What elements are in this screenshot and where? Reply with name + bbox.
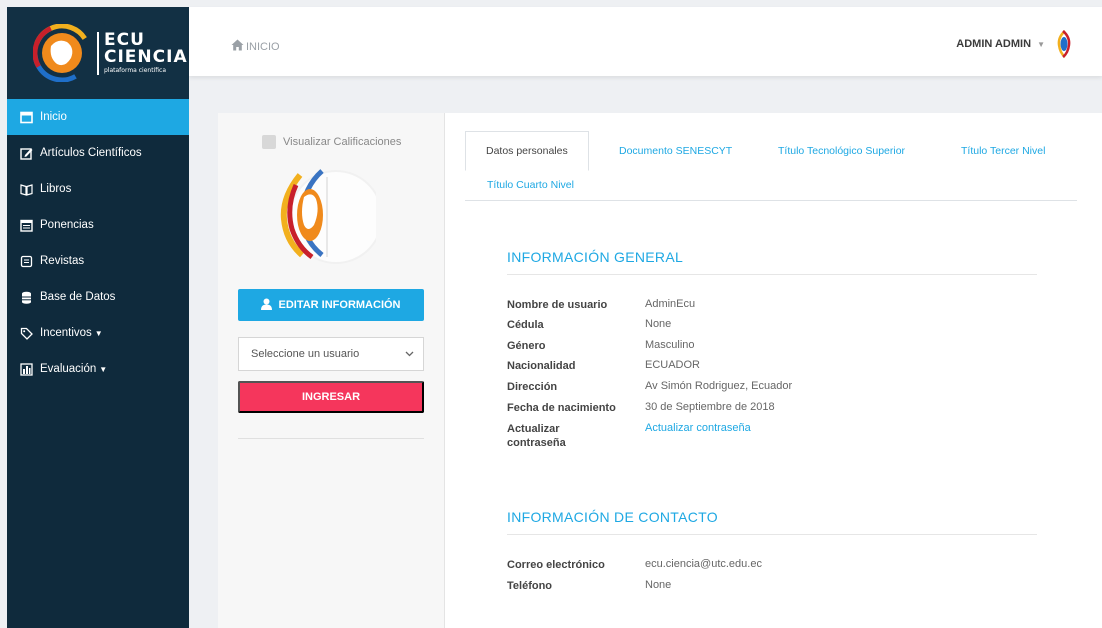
label-cedula: Cédula [507, 319, 544, 331]
value-correo: ecu.ciencia@utc.edu.ec [645, 558, 762, 570]
tab-titulo-cuarto-nivel[interactable]: Título Cuarto Nivel [487, 179, 574, 191]
sidebar-item-label: Inicio [40, 111, 67, 123]
label-genero: Género [507, 340, 546, 352]
ingresar-button[interactable]: INGRESAR [238, 381, 424, 413]
label-nacionalidad: Nacionalidad [507, 360, 576, 372]
ecu-ciencia-logo-icon [32, 23, 92, 83]
section-divider [507, 274, 1037, 275]
user-menu[interactable]: ADMIN ADMIN ▼ [956, 38, 1045, 50]
app-logo[interactable]: ECU CIENCIA plataforma científica [7, 7, 189, 99]
sidebar-item-incentivos[interactable]: Incentivos ▼ [7, 315, 189, 351]
value-genero: Masculino [645, 339, 695, 351]
user-name: ADMIN ADMIN [956, 38, 1032, 50]
value-direccion: Av Simón Rodriguez, Ecuador [645, 380, 793, 392]
value-fecha-nacimiento: 30 de Septiembre de 2018 [645, 401, 775, 413]
caret-down-icon: ▼ [99, 364, 108, 374]
sidebar-item-label: Artículos Científicos [40, 147, 142, 159]
sidebar-item-label: Base de Datos [40, 291, 116, 303]
sidebar-item-libros[interactable]: Libros [7, 171, 189, 207]
newspaper-icon [19, 254, 33, 268]
editar-informacion-label: EDITAR INFORMACIÓN [278, 299, 401, 311]
sidebar-item-label: Ponencias [40, 219, 94, 231]
caret-down-icon: ▼ [94, 328, 103, 338]
breadcrumb[interactable]: INICIO [231, 39, 280, 54]
sidebar-item-evaluacion[interactable]: Evaluación ▼ [7, 351, 189, 387]
tab-documento-senescyt[interactable]: Documento SENESCYT [619, 145, 732, 157]
sidebar-item-label: Libros [40, 183, 72, 195]
logo-line-2: CIENCIA [104, 46, 188, 67]
profile-tabs: Datos personales Documento SENESCYT Títu… [465, 131, 1077, 201]
breadcrumb-label: INICIO [246, 40, 280, 53]
ingresar-label: INGRESAR [301, 391, 361, 403]
edit-icon [19, 146, 33, 160]
logo-line-1: ECU [104, 29, 145, 50]
checkbox[interactable] [262, 135, 276, 149]
calendar-icon [19, 110, 33, 124]
divider [238, 438, 424, 439]
chevron-down-icon [405, 348, 414, 360]
sidebar-item-ponencias[interactable]: Ponencias [7, 207, 189, 243]
label-fecha-nacimiento: Fecha de nacimiento [507, 402, 616, 414]
database-icon [19, 290, 33, 304]
editar-informacion-button[interactable]: EDITAR INFORMACIÓN [238, 289, 424, 321]
value-cedula: None [645, 318, 672, 330]
actualizar-contrasena-link[interactable]: Actualizar contraseña [645, 422, 751, 434]
tab-titulo-tercer-nivel[interactable]: Título Tercer Nivel [961, 145, 1045, 157]
profile-sidebar: Visualizar Calificaciones EDITAR INFORMA… [218, 113, 445, 628]
label-telefono: Teléfono [507, 580, 553, 592]
value-nacionalidad: ECUADOR [645, 359, 701, 371]
sidebar-item-revistas[interactable]: Revistas [7, 243, 189, 279]
sidebar-item-label: Incentivos [40, 327, 92, 339]
sidebar-item-base-de-datos[interactable]: Base de Datos [7, 279, 189, 315]
sidebar-item-articulos[interactable]: Artículos Científicos [7, 135, 189, 171]
home-icon [231, 39, 244, 54]
checkbox-label: Visualizar Calificaciones [283, 136, 402, 148]
calendar-list-icon [19, 218, 33, 232]
label-direccion: Dirección [507, 381, 558, 393]
value-nombre-usuario: AdminEcu [645, 298, 696, 310]
caret-down-icon: ▼ [1037, 40, 1045, 49]
section-divider [507, 534, 1037, 535]
tab-datos-personales[interactable]: Datos personales [465, 131, 589, 171]
sidebar-item-label: Revistas [40, 255, 85, 267]
user-select[interactable]: Seleccione un usuario [238, 337, 424, 371]
section-title-general: INFORMACIÓN GENERAL [507, 249, 684, 265]
tab-titulo-tecnologico-superior[interactable]: Título Tecnológico Superior [778, 145, 905, 157]
label-actualizar-contrasena: Actualizar contraseña [507, 423, 566, 449]
logo-tagline: plataforma científica [104, 66, 166, 74]
user-avatar-logo-icon [1056, 29, 1072, 59]
profile-card: Visualizar Calificaciones EDITAR INFORMA… [218, 113, 1102, 628]
label-nombre-usuario: Nombre de usuario [507, 299, 608, 311]
sidebar-item-label: Evaluación [40, 363, 97, 375]
visualizar-calificaciones-toggle[interactable]: Visualizar Calificaciones [262, 135, 401, 149]
tag-icon [19, 326, 33, 340]
book-icon [19, 182, 33, 196]
section-title-contacto: INFORMACIÓN DE CONTACTO [507, 509, 718, 525]
user-icon [261, 298, 273, 313]
logo-text: ECU CIENCIA plataforma científica [97, 29, 188, 75]
user-select-value: Seleccione un usuario [251, 348, 360, 360]
chart-icon [19, 362, 33, 376]
topbar: INICIO ADMIN ADMIN ▼ [189, 7, 1102, 76]
sidebar-item-inicio[interactable]: Inicio [7, 99, 189, 135]
sidebar: ECU CIENCIA plataforma científica Inicio… [7, 7, 189, 628]
label-correo: Correo electrónico [507, 559, 605, 571]
sidebar-nav: Inicio Artículos Científicos Libros Pone… [7, 99, 189, 387]
value-telefono: None [645, 579, 672, 591]
profile-avatar [256, 157, 383, 272]
